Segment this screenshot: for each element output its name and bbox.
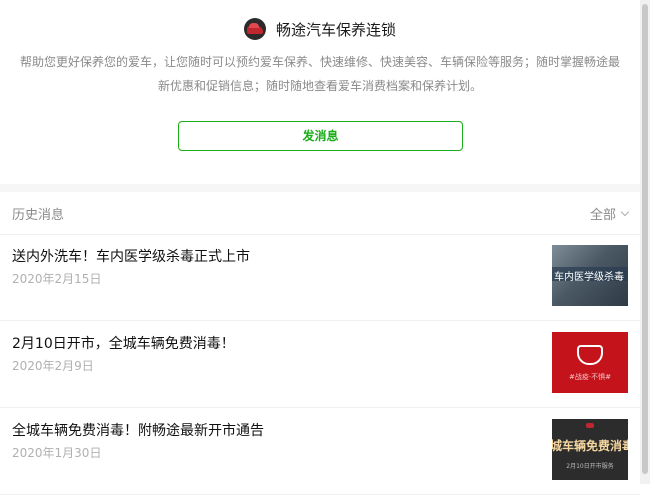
message-thumbnail: 车内医学级杀毒 — [552, 245, 628, 306]
scrollbar-thumb[interactable] — [642, 4, 648, 474]
thumbnail-caption: 车内医学级杀毒 — [554, 272, 624, 283]
account-header: 畅途汽车保养连锁 帮助您更好保养您的爱车，让您随时可以预约爱车保养、快速维修、快… — [0, 0, 640, 184]
message-date: 2020年1月30日 — [12, 446, 102, 460]
thumbnail-subcaption: 2月10日开市服务 — [566, 463, 614, 470]
account-logo — [243, 18, 266, 40]
history-filter-dropdown[interactable]: 全部 — [589, 204, 630, 223]
message-item[interactable]: 送内外洗车！车内医学级杀毒正式上市 2020年2月15日 车内医学级杀毒 — [0, 234, 640, 321]
message-title: 全城车辆免费消毒！附畅途最新开市通告 — [12, 423, 264, 439]
history-label: 历史消息 — [12, 208, 65, 223]
message-title: 2月10日开市，全城车辆免费消毒！ — [12, 336, 235, 352]
brand-mark-icon — [586, 423, 594, 428]
message-thumbnail: #战疫·不惧# — [552, 332, 628, 393]
message-title: 送内外洗车！车内医学级杀毒正式上市 — [12, 249, 250, 265]
face-mask-icon — [577, 345, 603, 365]
section-divider — [0, 184, 640, 192]
account-description: 帮助您更好保养您的爱车，让您随时可以预约爱车保养、快速维修、快速美容、车辆保险等… — [19, 55, 620, 93]
thumbnail-caption: 城车辆免费消毒 — [552, 439, 628, 453]
history-header: 历史消息 全部 — [0, 192, 640, 235]
message-date: 2020年2月9日 — [12, 359, 94, 373]
vertical-scrollbar[interactable] — [640, 0, 650, 484]
account-title-row: 畅途汽车保养连锁 — [0, 18, 640, 40]
send-message-button[interactable]: 发消息 — [178, 121, 463, 151]
official-account-profile: 畅途汽车保养连锁 帮助您更好保养您的爱车，让您随时可以预约爱车保养、快速维修、快… — [0, 0, 640, 495]
thumbnail-caption: #战疫·不惧# — [569, 373, 611, 381]
message-item[interactable]: 2月10日开市，全城车辆免费消毒！ 2020年2月9日 #战疫·不惧# — [0, 321, 640, 408]
account-name: 畅途汽车保养连锁 — [275, 20, 396, 39]
message-thumbnail: 城车辆免费消毒 2月10日开市服务 — [552, 419, 628, 480]
message-date: 2020年2月15日 — [12, 272, 102, 286]
message-item[interactable]: 全城车辆免费消毒！附畅途最新开市通告 2020年1月30日 城车辆免费消毒 2月… — [0, 408, 640, 495]
chevron-down-icon — [620, 207, 630, 216]
history-filter-label: 全部 — [589, 208, 616, 223]
